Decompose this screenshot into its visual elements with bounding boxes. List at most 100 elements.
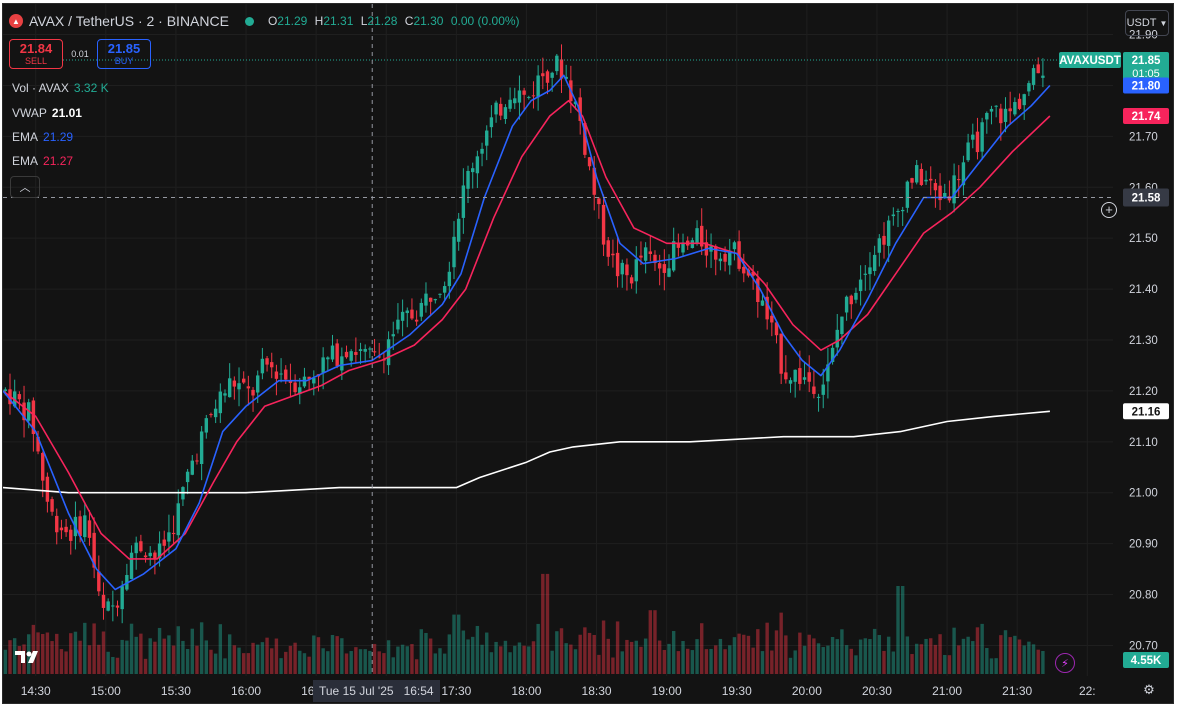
candle-body [952, 175, 956, 204]
candle-body [980, 122, 984, 152]
candle-body [625, 264, 629, 276]
volume-bar [863, 638, 867, 674]
candle-body [989, 108, 994, 112]
candle-body [143, 555, 148, 558]
y-tick-label: 21.00 [1129, 488, 1158, 500]
volume-bar [260, 642, 265, 674]
candle-body [849, 295, 853, 305]
volume-bar [601, 620, 606, 674]
volume-bar [620, 651, 624, 674]
candle-body [279, 373, 283, 375]
volume-bar [975, 627, 980, 674]
volume-bar [480, 644, 484, 674]
volume-bar [307, 656, 311, 674]
candle-body [999, 108, 1003, 124]
candle-body [115, 605, 120, 608]
x-tick-label: 20:00 [792, 684, 822, 698]
volume-bar [1013, 635, 1017, 674]
volume-bar [405, 646, 409, 674]
ema-slow-price-tag: 21.74 [1123, 108, 1169, 124]
volume-bar [985, 647, 989, 674]
volume-bar [798, 632, 802, 674]
settings-gear-icon[interactable]: ⚙ [1141, 682, 1157, 698]
buy-button[interactable]: 21.85 BUY [97, 39, 151, 69]
volume-bar [447, 634, 452, 674]
tradingview-logo-icon[interactable] [15, 649, 45, 665]
volume-bar [368, 650, 372, 674]
candle-body [386, 339, 391, 366]
volume-bar [153, 641, 157, 674]
volume-value: 3.32 K [73, 81, 109, 95]
volume-bar [148, 638, 152, 674]
volume-bar [209, 649, 213, 674]
candle-body [335, 343, 339, 366]
volume-bar [732, 637, 737, 674]
volume-bar [386, 640, 391, 674]
candle-body [886, 220, 891, 246]
lightning-icon[interactable]: ⚡ [1055, 653, 1075, 673]
candle-body [265, 358, 269, 365]
volume-bar [485, 632, 489, 674]
ema-slow-legend[interactable]: EMA 21.27 [12, 154, 73, 168]
volume-bar [377, 651, 381, 674]
candle-body [368, 348, 372, 350]
candle-body [975, 131, 980, 153]
volume-bar [185, 649, 190, 674]
volume-bar [139, 633, 143, 674]
volume-bar [499, 646, 503, 674]
volume-bar [812, 638, 816, 674]
volume-bar [73, 631, 78, 674]
chevron-down-icon: ▼ [1159, 18, 1168, 28]
volume-bar [966, 636, 970, 674]
x-tick-label: 15:00 [91, 684, 121, 698]
volume-bar [167, 635, 171, 674]
close-value: 21.30 [413, 14, 444, 28]
last-price-text: 21.85 [1132, 55, 1161, 67]
symbol-title[interactable]: AVAX / TetherUS · 2 · BINANCE [29, 13, 229, 29]
candle-body [915, 165, 919, 183]
currency-label: USDT [1126, 17, 1157, 29]
chart-panel[interactable]: 21.9021.8021.7021.6021.5021.4021.3021.20… [2, 3, 1174, 704]
volume-bar [92, 623, 96, 674]
volume-bar [728, 645, 732, 674]
candle-body [1008, 108, 1012, 112]
volume-legend[interactable]: Vol · AVAX 3.32 K [12, 81, 109, 95]
volume-bar [232, 645, 237, 674]
avax-logo-icon: ▲ [9, 14, 23, 28]
vwap-legend[interactable]: VWAP 21.01 [12, 106, 82, 120]
y-tick-label: 21.40 [1129, 284, 1158, 296]
volume-bar [550, 650, 554, 674]
buy-label: BUY [114, 56, 134, 66]
candle-body [330, 345, 335, 360]
candle-body [858, 279, 863, 292]
volume-bar [648, 610, 653, 674]
volume-bar [835, 639, 839, 674]
add-alert-icon[interactable]: + [1101, 202, 1117, 218]
volume-bar [919, 644, 924, 674]
collapse-legend-button[interactable]: ︿ [10, 176, 40, 198]
volume-bar [971, 641, 975, 674]
candle-body [742, 266, 746, 274]
volume-bar [433, 653, 438, 674]
spread-value: 0.01 [71, 49, 89, 59]
candle-body [555, 55, 559, 72]
candle-body [321, 357, 325, 373]
ema-fast-legend[interactable]: EMA 21.29 [12, 130, 73, 144]
volume-bar [213, 653, 218, 674]
sell-button[interactable]: 21.84 SELL [9, 39, 63, 69]
candle-body [919, 168, 924, 185]
candle-body [1013, 102, 1017, 115]
candle-body [634, 259, 638, 282]
candle-body [260, 358, 265, 374]
candle-body [615, 252, 620, 277]
volume-bar [676, 651, 681, 674]
volume-bar [256, 644, 260, 674]
price-chart[interactable]: 21.9021.8021.7021.6021.5021.4021.3021.20… [3, 4, 1174, 704]
currency-button[interactable]: USDT ▼ [1125, 10, 1169, 36]
sell-label: SELL [24, 56, 48, 66]
candle-body [223, 393, 227, 396]
vwap-price-tag: 21.16 [1123, 403, 1169, 420]
candle-body [601, 204, 606, 245]
volume-bar [690, 650, 695, 674]
volume-bar [1017, 639, 1022, 674]
